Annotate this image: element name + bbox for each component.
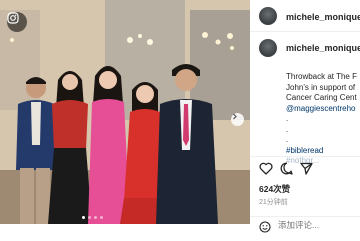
carousel-dot <box>88 216 91 219</box>
emoji-icon <box>259 221 271 233</box>
chevron-right-icon <box>233 113 237 120</box>
carousel-dot <box>100 216 103 219</box>
share-button[interactable] <box>300 162 313 180</box>
hashtag-link-partial[interactable]: #nothgr... <box>286 156 360 167</box>
caption-mention-link[interactable]: @maggiescentreho <box>286 104 360 115</box>
caption-line: Throwback at The F <box>286 72 357 81</box>
heart-icon <box>259 162 273 175</box>
caption-dot: . <box>286 114 289 123</box>
comment-input[interactable] <box>278 220 358 230</box>
instagram-icon <box>7 12 27 32</box>
actions-divider <box>250 156 360 157</box>
emoji-button[interactable] <box>259 220 271 238</box>
paper-plane-icon <box>300 162 313 175</box>
carousel-dot <box>82 216 85 219</box>
caption-author-handle[interactable]: michele_monique_ <box>286 43 360 53</box>
caption-line: Cancer Caring Cent <box>286 93 357 102</box>
commenter-avatar[interactable] <box>259 39 277 57</box>
comment-button[interactable] <box>280 162 293 180</box>
caption-line: John's in support of <box>286 82 356 92</box>
caption-dot: . <box>286 124 289 134</box>
caption-dot: . <box>286 135 289 144</box>
carousel-dot <box>94 216 97 219</box>
author-handle[interactable]: michele_monique_ <box>286 12 360 22</box>
carousel-next-button[interactable] <box>231 113 244 126</box>
carousel-dots <box>82 216 103 219</box>
post-timestamp[interactable]: 21分钟前 <box>259 197 288 207</box>
comment-icon <box>280 162 293 175</box>
post-photo[interactable] <box>0 0 250 224</box>
like-button[interactable] <box>259 162 273 180</box>
like-count[interactable]: 624次赞 <box>259 183 290 195</box>
photo-scene <box>0 0 250 224</box>
author-avatar[interactable] <box>259 7 277 25</box>
post-caption: Throwback at The F John's in support of … <box>286 72 360 167</box>
hashtag-link[interactable]: #bibleread <box>286 146 360 157</box>
photo-bottom-strip <box>0 224 250 240</box>
post-sidebar: michele_monique_ michele_monique_ Throwb… <box>250 0 360 240</box>
header-divider <box>250 31 360 32</box>
